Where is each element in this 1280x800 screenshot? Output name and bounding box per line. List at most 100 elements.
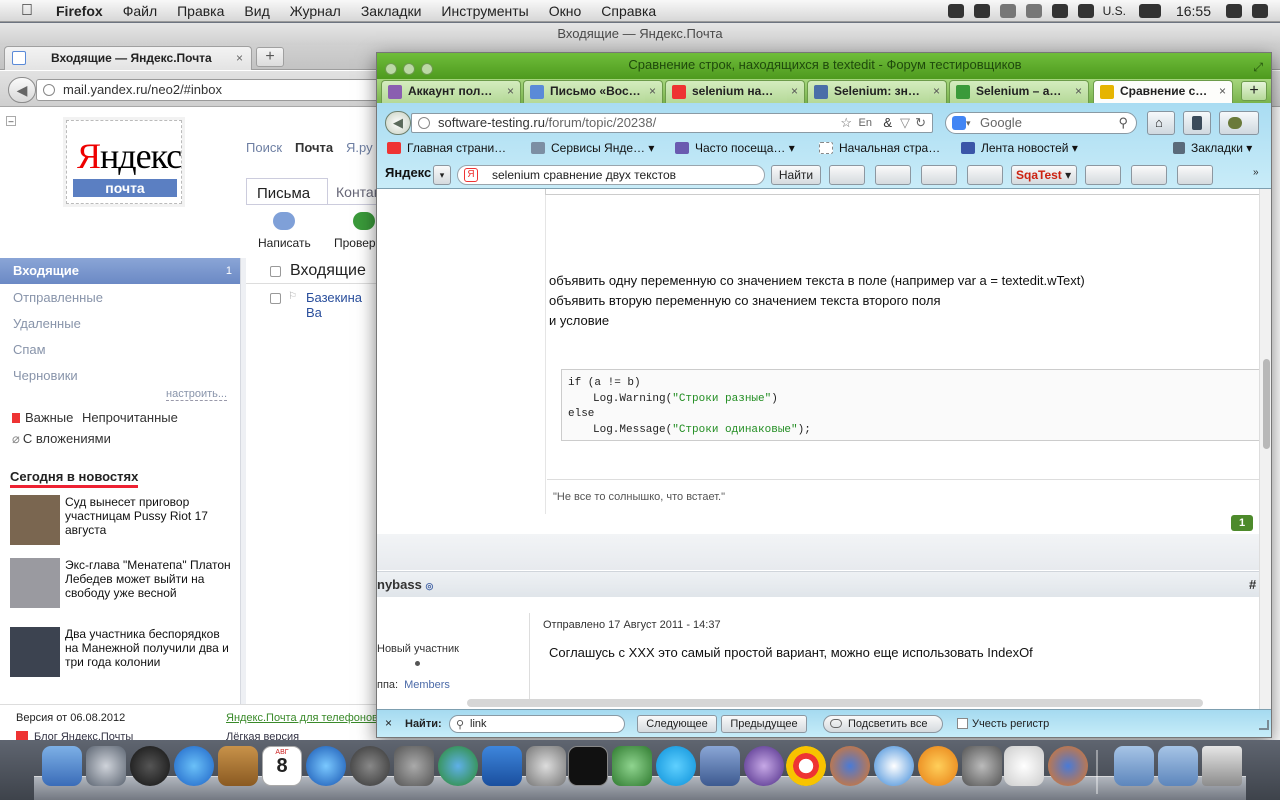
- vertical-scrollbar[interactable]: [1259, 189, 1271, 709]
- bookmark-yandex-services[interactable]: Сервисы Янде… ▾: [531, 141, 654, 155]
- network-app-icon[interactable]: [438, 746, 478, 786]
- minimize-window-button[interactable]: [403, 63, 415, 75]
- tab-letter[interactable]: Письмо «Вос… ×: [523, 80, 663, 103]
- menu-bookmarks[interactable]: Закладки: [351, 3, 432, 19]
- back-button[interactable]: ◀: [385, 111, 411, 135]
- skype-icon[interactable]: [656, 746, 696, 786]
- flag-outline-icon[interactable]: ⚐: [288, 291, 297, 302]
- chat-button[interactable]: [829, 165, 865, 185]
- firebug-button[interactable]: [1219, 111, 1259, 135]
- fullscreen-icon[interactable]: ⤢: [1253, 55, 1263, 79]
- tab-selenium-knowledge[interactable]: Selenium: зн… ×: [807, 80, 947, 103]
- close-window-button[interactable]: [385, 63, 397, 75]
- xcode-icon[interactable]: [482, 746, 522, 786]
- close-icon[interactable]: ×: [928, 81, 940, 102]
- translate-icon[interactable]: En: [859, 114, 872, 132]
- folder-spam[interactable]: Спам: [13, 342, 46, 357]
- link-search[interactable]: Поиск: [246, 140, 282, 155]
- favorites-button[interactable]: [1177, 165, 1213, 185]
- dashboard-icon[interactable]: [130, 746, 170, 786]
- profile-icon[interactable]: ◎: [425, 581, 433, 591]
- wifi-icon[interactable]: [1051, 4, 1068, 18]
- search-box[interactable]: ▾ Google ⚲: [945, 112, 1137, 134]
- news-item[interactable]: Суд вынесет приговор участницам Pussy Ri…: [10, 495, 240, 547]
- spotlight-icon[interactable]: [1252, 4, 1268, 18]
- yandex-search-input[interactable]: Я selenium сравнение двух текстов: [457, 165, 765, 185]
- folder-sent[interactable]: Отправленные: [13, 290, 103, 305]
- tab-selenium-a[interactable]: Selenium – а… ×: [949, 80, 1089, 103]
- close-icon[interactable]: ×: [786, 81, 798, 102]
- chevron-down-icon[interactable]: ▾: [433, 165, 451, 185]
- tab-letters[interactable]: Письма: [246, 178, 328, 204]
- bookmark-news-feed[interactable]: Лента новостей ▾: [961, 141, 1078, 155]
- bluetooth-icon[interactable]: [1025, 4, 1042, 18]
- resize-grip-icon[interactable]: [1259, 720, 1269, 730]
- find-input[interactable]: ⚲ link: [449, 715, 625, 733]
- user-icon[interactable]: [1226, 4, 1242, 18]
- tab-compare-strings[interactable]: Сравнение с… ×: [1093, 80, 1233, 103]
- close-icon[interactable]: ×: [644, 81, 656, 102]
- time-machine-icon[interactable]: [350, 746, 390, 786]
- contacts-icon[interactable]: [218, 746, 258, 786]
- bookmark-start-page[interactable]: Начальная стра…: [819, 141, 940, 155]
- grid-button[interactable]: [967, 165, 1003, 185]
- message-checkbox[interactable]: [270, 293, 281, 304]
- mobile-mail-link[interactable]: Яндекс.Почта для телефонов: [226, 712, 378, 724]
- documents-folder-icon[interactable]: [1158, 746, 1198, 786]
- new-tab-button[interactable]: +: [256, 47, 284, 67]
- chrome-icon[interactable]: [786, 746, 826, 786]
- system-preferences-icon[interactable]: [394, 746, 434, 786]
- new-tab-button[interactable]: +: [1241, 81, 1267, 101]
- eclipse-icon[interactable]: [744, 746, 784, 786]
- user-app-icon[interactable]: [962, 746, 1002, 786]
- star-icon[interactable]: ☆: [840, 114, 852, 132]
- status-app-icon[interactable]: [947, 4, 964, 18]
- close-icon[interactable]: ×: [1214, 81, 1226, 102]
- post-permalink[interactable]: #: [1249, 577, 1256, 592]
- collapse-icon[interactable]: –: [6, 116, 16, 126]
- folder-inbox[interactable]: Входящие 1: [0, 258, 240, 284]
- menu-app[interactable]: Firefox: [46, 3, 113, 19]
- scroll-thumb[interactable]: [1263, 359, 1270, 449]
- itunes-icon[interactable]: [306, 746, 346, 786]
- configure-folders-link[interactable]: настроить...: [166, 388, 228, 401]
- firefox-icon[interactable]: [830, 746, 870, 786]
- terminal-icon[interactable]: [568, 746, 608, 786]
- address-bar[interactable]: mail.yandex.ru/neo2/#inbox: [36, 79, 396, 101]
- firefox-alt-icon[interactable]: [1048, 746, 1088, 786]
- match-case-checkbox[interactable]: Учесть регистр: [957, 718, 1049, 730]
- folder-drafts[interactable]: Черновики: [13, 368, 78, 383]
- volume-icon[interactable]: [1077, 4, 1094, 18]
- compose-button[interactable]: Написать: [258, 212, 311, 250]
- back-button[interactable]: ◀: [8, 77, 36, 103]
- apple-icon[interactable]: : [18, 2, 36, 20]
- reply-author[interactable]: nybass ◎: [377, 577, 433, 592]
- menu-file[interactable]: Файл: [113, 3, 167, 19]
- finder-icon[interactable]: [42, 746, 82, 786]
- tab-selenium-search[interactable]: selenium на… ×: [665, 80, 805, 103]
- bookmark-most-visited[interactable]: Часто посеща… ▾: [675, 141, 795, 155]
- close-icon[interactable]: ×: [236, 47, 243, 69]
- select-all-checkbox[interactable]: [270, 266, 281, 277]
- satellite-app-icon[interactable]: [526, 746, 566, 786]
- find-next-button[interactable]: Следующее: [637, 715, 717, 733]
- mail-button[interactable]: [1085, 165, 1121, 185]
- message-row[interactable]: ⚐ Базекина Ва: [246, 288, 380, 320]
- label-important[interactable]: Важные: [12, 410, 73, 425]
- address-bar[interactable]: software-testing.ru/forum/topic/20238/ ☆…: [411, 113, 933, 133]
- link-mail[interactable]: Почта: [295, 140, 333, 155]
- news-item[interactable]: Экс-глава "Менатепа" Платон Лебедев може…: [10, 558, 240, 618]
- overflow-chevron-icon[interactable]: »: [1253, 167, 1259, 178]
- applications-folder-icon[interactable]: [1114, 746, 1154, 786]
- calendar-icon[interactable]: АВГ 8: [262, 746, 302, 786]
- command-icon[interactable]: [973, 4, 990, 18]
- bookmarks-menu[interactable]: Закладки ▾: [1173, 141, 1252, 155]
- yandex-find-button[interactable]: Найти: [771, 165, 821, 185]
- mail-app-icon[interactable]: [700, 746, 740, 786]
- bookmark-main-page[interactable]: Главная страни…: [387, 141, 506, 155]
- feeds-button[interactable]: [1131, 165, 1167, 185]
- link-yaru[interactable]: Я.ру: [346, 140, 373, 155]
- yandex-logo[interactable]: Яндекс почта: [66, 120, 182, 204]
- launchpad-icon[interactable]: [86, 746, 126, 786]
- evernote-icon[interactable]: [612, 746, 652, 786]
